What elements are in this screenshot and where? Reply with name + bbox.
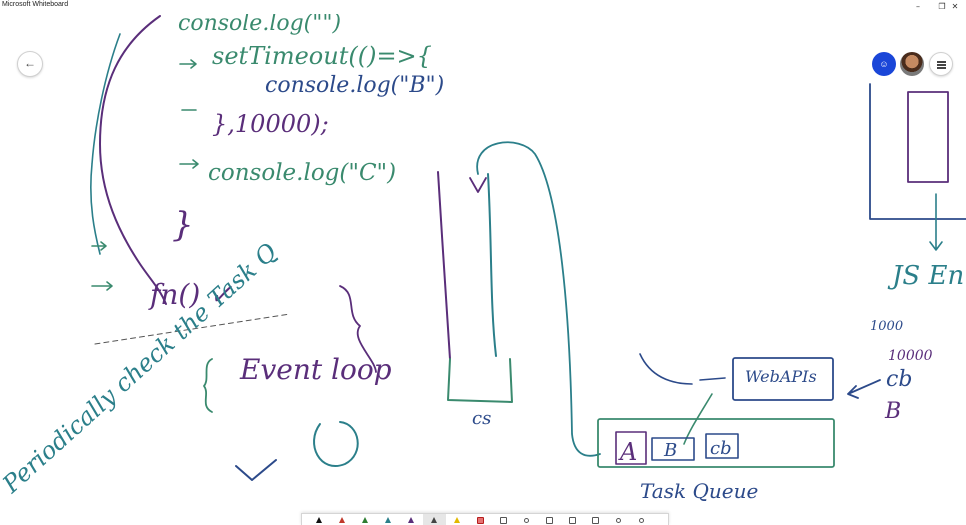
code-close-brace: } [172,205,194,245]
arrow-stroke [179,59,197,69]
js-engine-inner-box [907,91,949,183]
pen-teal-tool[interactable] [377,514,400,525]
menu-icon [937,67,946,69]
ruler-tool[interactable] [492,514,515,525]
shape-tool[interactable] [607,514,630,525]
app-title: Microsoft Whiteboard [2,1,69,8]
undo-tool[interactable] [630,514,653,525]
js-engine-arrow [929,193,943,251]
call-stack-right-wall [487,173,497,357]
loop-circle-stroke [313,421,359,467]
menu-icon [937,61,946,63]
code-line-1: console.log("") [178,14,341,36]
arrow-stroke [91,281,113,291]
code-line-2: setTimeout(()=>{ [212,42,432,70]
code-line-5: console.log("C") [208,160,396,186]
webapis-label: WebAPIs [745,367,817,386]
undo-icon [639,518,644,523]
lasso-tool[interactable] [515,514,538,525]
ink-layer: console.log("") setTimeout(()=>{ console… [0,14,966,503]
call-stack-bottom [447,358,513,403]
js-engine-box-stroke [869,83,966,220]
task-queue-item-cb: cb [710,438,732,459]
js-engine-label: JS En [887,261,964,291]
user-avatar-button[interactable]: ☺ [872,52,896,76]
whiteboard-canvas[interactable]: console.log("") setTimeout(()=>{ console… [0,14,966,525]
pen-green-tool[interactable] [354,514,377,525]
pen-black-tool[interactable] [308,514,331,525]
participant-avatar[interactable] [900,52,924,76]
title-bar: Microsoft Whiteboard – ❐ ✕ [0,0,966,14]
pen-selected-tool[interactable] [423,514,446,525]
event-loop-brace-left [203,358,213,413]
event-loop-arrow [476,141,601,457]
note-icon [569,517,576,524]
task-queue-item-a: A [618,438,637,466]
menu-icon [937,64,946,66]
cb-arrow [847,379,881,399]
eraser-tool[interactable] [469,514,492,525]
call-stack-left-wall [437,171,451,360]
purple-arc-stroke [99,15,167,305]
ink-toolbar [301,513,669,525]
pen-icon [316,517,322,523]
task-queue-label: Task Queue [640,479,758,503]
ruler-icon [500,517,507,524]
call-stack-label: cs [472,408,491,429]
highlighter-icon [454,517,460,523]
pen-icon [362,517,368,523]
image-tool[interactable] [538,514,561,525]
highlighter-tool[interactable] [446,514,469,525]
menu-button[interactable] [929,52,953,76]
text-icon [592,517,599,524]
code-line-3: console.log("B") [265,73,444,98]
code-line-4: },10000); [212,110,329,138]
pen-icon [408,517,414,523]
text-tool[interactable] [584,514,607,525]
pen-icon [431,517,437,523]
image-icon [546,517,553,524]
pen-icon [385,517,391,523]
webapi-stroke [639,353,726,385]
shape-icon [616,518,621,523]
lasso-icon [524,518,529,523]
pen-red-tool[interactable] [331,514,354,525]
checkmark-stroke [235,459,277,481]
close-button[interactable]: ✕ [944,0,966,14]
pen-purple-tool[interactable] [400,514,423,525]
arrow-stroke [179,159,199,169]
eraser-icon [477,517,484,524]
timer-value-1000: 1000 [870,319,903,334]
pen-icon [339,517,345,523]
note-tool[interactable] [561,514,584,525]
cb-label: cb [886,367,912,392]
arrowhead [469,177,487,193]
b-label: B [884,399,901,424]
task-queue-item-b: B [663,440,677,461]
back-button[interactable]: ← [17,51,43,77]
minimize-button[interactable]: – [907,0,929,14]
timer-value-10000: 10000 [888,348,933,364]
